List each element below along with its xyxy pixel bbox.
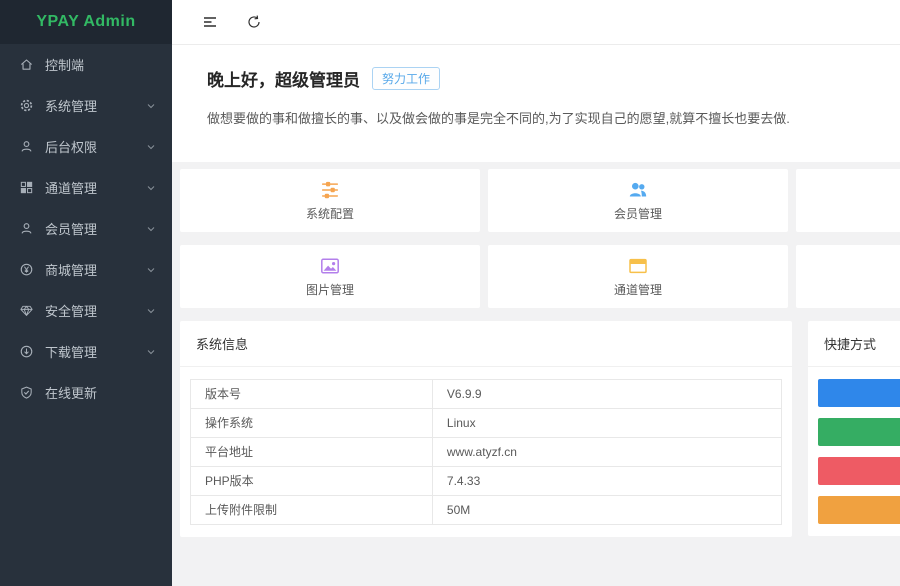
info-value: V6.9.9	[446, 387, 482, 401]
chevron-down-icon	[145, 100, 157, 112]
sidebar-item-label: 商城管理	[45, 263, 98, 278]
info-value: www.atyzf.cn	[446, 445, 517, 459]
sidebar-item-label: 下载管理	[45, 345, 98, 360]
shortcut-card-label: 系统配置	[305, 206, 354, 221]
channel-grid-icon	[19, 180, 34, 195]
sidebar-item-label: 系统管理	[45, 99, 98, 114]
table-row: 操作系统 Linux	[191, 409, 781, 438]
chevron-down-icon	[145, 305, 157, 317]
info-value: 7.4.33	[446, 474, 481, 488]
info-label: 平台地址	[191, 438, 433, 466]
greeting-quote: 做想要做的事和做擅长的事、以及做会做的事是完全不同的,为了实现自己的愿望,就算不…	[207, 111, 790, 126]
shortcut-card-images[interactable]: 图片管理	[180, 245, 480, 308]
quick-action-button-blue[interactable]	[818, 379, 900, 407]
shortcut-card-system-config[interactable]: 系统配置	[180, 169, 480, 232]
system-info-table: 版本号 V6.9.9 操作系统 Linux 平台地址 www.atyzf.cn	[190, 379, 782, 525]
shield-check-icon	[19, 385, 34, 400]
sidebar-item-members[interactable]: 会员管理	[0, 208, 172, 249]
chevron-down-icon	[145, 223, 157, 235]
home-icon	[19, 57, 34, 72]
table-row: 上传附件限制 50M	[191, 496, 781, 525]
sidebar-menu: 控制端 系统管理 后台权限 通道管理 会员管理 商城管理 安全管理 下载管理 在…	[0, 44, 172, 413]
system-info-panel: 系统信息 版本号 V6.9.9 操作系统 Linux 平台地址 www.atyz…	[180, 321, 792, 537]
shortcut-card-members[interactable]: 会员管理	[488, 169, 788, 232]
download-icon	[19, 344, 34, 359]
motto-badge: 努力工作	[372, 67, 441, 90]
sidebar-item-label: 安全管理	[45, 304, 98, 319]
quick-action-button-orange[interactable]	[818, 496, 900, 524]
collapse-menu-icon[interactable]	[202, 14, 218, 30]
sidebar-item-label: 在线更新	[45, 386, 98, 401]
shortcut-card-partial[interactable]	[796, 169, 900, 232]
bottom-panels: 系统信息 版本号 V6.9.9 操作系统 Linux 平台地址 www.atyz…	[172, 321, 900, 537]
table-row: 平台地址 www.atyzf.cn	[191, 438, 781, 467]
main-column: 晚上好，超级管理员 努力工作 做想要做的事和做擅长的事、以及做会做的事是完全不同…	[172, 0, 900, 537]
info-label: 版本号	[191, 380, 433, 408]
greeting-title: 晚上好，超级管理员	[207, 71, 360, 90]
shortcut-card-label: 会员管理	[613, 206, 662, 221]
shop-yuan-icon	[19, 262, 34, 277]
sidebar-item-downloads[interactable]: 下载管理	[0, 331, 172, 372]
shortcut-card-label: 通道管理	[613, 282, 662, 297]
sidebar-item-system[interactable]: 系统管理	[0, 85, 172, 126]
sidebar-item-admin-perms[interactable]: 后台权限	[0, 126, 172, 167]
quick-action-button-green[interactable]	[818, 418, 900, 446]
sidebar-item-console[interactable]: 控制端	[0, 44, 172, 85]
shortcut-cards-row-2: 图片管理 通道管理	[180, 245, 900, 308]
sliders-icon	[320, 180, 340, 200]
sidebar-item-label: 后台权限	[45, 140, 98, 155]
sidebar: YPAY Admin 控制端 系统管理 后台权限 通道管理 会员管理 商城管理 …	[0, 0, 172, 586]
info-value: Linux	[446, 416, 476, 430]
window-icon	[628, 256, 648, 276]
greeting-panel: 晚上好，超级管理员 努力工作 做想要做的事和做擅长的事、以及做会做的事是完全不同…	[172, 45, 900, 162]
sidebar-item-channels[interactable]: 通道管理	[0, 167, 172, 208]
chevron-down-icon	[145, 182, 157, 194]
sidebar-item-label: 会员管理	[45, 222, 98, 237]
user-icon	[19, 139, 34, 154]
info-label: PHP版本	[191, 467, 433, 495]
chevron-down-icon	[145, 264, 157, 276]
member-icon	[19, 221, 34, 236]
system-info-title: 系统信息	[180, 321, 792, 367]
shortcut-cards: 系统配置 会员管理 图片管理 通道管理	[172, 162, 900, 321]
quick-action-button-red[interactable]	[818, 457, 900, 485]
sidebar-item-label: 通道管理	[45, 181, 98, 196]
info-value: 50M	[446, 503, 471, 517]
sidebar-item-label: 控制端	[45, 58, 85, 73]
app-root: YPAY Admin 控制端 系统管理 后台权限 通道管理 会员管理 商城管理 …	[0, 0, 900, 586]
info-label: 上传附件限制	[191, 496, 433, 524]
chevron-down-icon	[145, 141, 157, 153]
shortcut-cards-row-1: 系统配置 会员管理	[180, 169, 900, 232]
refresh-icon[interactable]	[246, 14, 262, 30]
topbar	[172, 0, 900, 45]
sidebar-item-mall[interactable]: 商城管理	[0, 249, 172, 290]
gem-security-icon	[19, 303, 34, 318]
gear-icon	[19, 98, 34, 113]
table-row: PHP版本 7.4.33	[191, 467, 781, 496]
chevron-down-icon	[145, 346, 157, 358]
info-label: 操作系统	[191, 409, 433, 437]
shortcut-card-channels[interactable]: 通道管理	[488, 245, 788, 308]
image-icon	[320, 256, 340, 276]
sidebar-item-online-update[interactable]: 在线更新	[0, 372, 172, 413]
shortcut-card-partial[interactable]	[796, 245, 900, 308]
quick-actions-title: 快捷方式	[808, 321, 900, 367]
sidebar-item-security[interactable]: 安全管理	[0, 290, 172, 331]
app-logo: YPAY Admin	[0, 0, 172, 44]
users-icon	[628, 180, 648, 200]
quick-actions-panel: 快捷方式	[808, 321, 900, 536]
table-row: 版本号 V6.9.9	[191, 380, 781, 409]
shortcut-card-label: 图片管理	[305, 282, 354, 297]
